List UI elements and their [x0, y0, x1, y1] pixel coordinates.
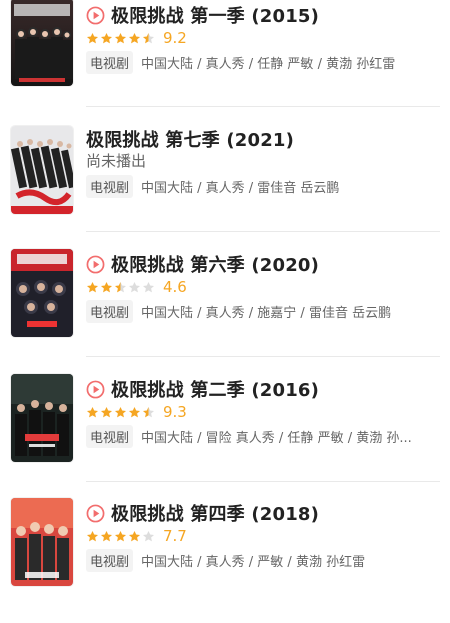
star-half-icon — [142, 32, 155, 43]
rating-stars — [86, 32, 155, 45]
star-half-icon — [114, 281, 127, 292]
item-title[interactable]: 极限挑战 第二季 (2016) — [111, 376, 319, 402]
rating-score: 9.3 — [163, 403, 187, 421]
divider — [86, 356, 440, 357]
rating-score: 9.2 — [163, 29, 187, 47]
star-full-icon — [86, 406, 99, 417]
rating-row: 4.6 — [86, 275, 187, 299]
play-icon[interactable] — [86, 255, 105, 274]
item-meta: 中国大陆 / 真人秀 / 严敏 / 黄渤 孙红雷 — [141, 554, 366, 570]
poster-image[interactable] — [11, 126, 73, 214]
star-full-icon — [86, 530, 99, 541]
item-title[interactable]: 极限挑战 第六季 (2020) — [111, 251, 319, 277]
star-full-icon — [100, 32, 113, 43]
meta-row: 电视剧 中国大陆 / 真人秀 / 雷佳音 岳云鹏 — [86, 174, 436, 198]
star-full-icon — [100, 281, 113, 292]
category-tag: 电视剧 — [86, 299, 134, 323]
star-full-icon — [86, 32, 99, 43]
star-full-icon — [114, 32, 127, 43]
play-icon[interactable] — [86, 6, 105, 25]
star-empty-icon — [142, 281, 155, 292]
star-full-icon — [128, 530, 141, 541]
star-full-icon — [86, 281, 99, 292]
category-tag: 电视剧 — [86, 548, 134, 572]
poster-image[interactable] — [11, 249, 73, 337]
rating-row: 7.7 — [86, 524, 187, 548]
star-empty-icon — [128, 281, 141, 292]
poster-art — [11, 249, 73, 337]
star-full-icon — [128, 406, 141, 417]
poster-art — [11, 498, 73, 586]
meta-row: 电视剧 中国大陆 / 真人秀 / 施嘉宁 / 雷佳音 岳云鹏 — [86, 299, 436, 323]
meta-row: 电视剧 中国大陆 / 冒险 真人秀 / 任静 严敏 / 黄渤 孙... — [86, 424, 436, 448]
search-result-list: 极限挑战 第一季 (2015) 9.2 电视剧 中国大陆 / 真人秀 / 任静 … — [0, 0, 450, 586]
divider — [86, 231, 440, 232]
category-tag: 电视剧 — [86, 174, 134, 198]
result-item[interactable]: 极限挑战 第四季 (2018) 7.7 电视剧 中国大陆 / 真人秀 / 严敏 … — [0, 498, 450, 623]
category-tag: 电视剧 — [86, 50, 134, 74]
divider — [86, 481, 440, 482]
meta-row: 电视剧 中国大陆 / 真人秀 / 严敏 / 黄渤 孙红雷 — [86, 548, 436, 572]
rating-stars — [86, 406, 155, 419]
poster-art — [11, 126, 73, 214]
rating-stars — [86, 281, 155, 294]
poster-image[interactable] — [11, 498, 73, 586]
item-meta: 中国大陆 / 真人秀 / 施嘉宁 / 雷佳音 岳云鹏 — [141, 305, 392, 321]
release-status: 尚未播出 — [86, 152, 147, 170]
star-full-icon — [114, 406, 127, 417]
poster-art — [11, 374, 73, 462]
rating-row: 9.2 — [86, 26, 187, 50]
item-meta: 中国大陆 / 冒险 真人秀 / 任静 严敏 / 黄渤 孙... — [141, 430, 412, 446]
star-full-icon — [100, 530, 113, 541]
rating-stars — [86, 530, 155, 543]
item-meta: 中国大陆 / 真人秀 / 雷佳音 岳云鹏 — [141, 180, 340, 196]
poster-image[interactable] — [11, 0, 73, 86]
item-title[interactable]: 极限挑战 第四季 (2018) — [111, 500, 319, 526]
rating-row: 9.3 — [86, 400, 187, 424]
star-full-icon — [128, 32, 141, 43]
star-full-icon — [114, 530, 127, 541]
play-icon[interactable] — [86, 504, 105, 523]
poster-art — [11, 0, 73, 86]
star-full-icon — [100, 406, 113, 417]
meta-row: 电视剧 中国大陆 / 真人秀 / 任静 严敏 / 黄渤 孙红雷 — [86, 50, 436, 74]
category-tag: 电视剧 — [86, 424, 134, 448]
item-title[interactable]: 极限挑战 第一季 (2015) — [111, 2, 319, 28]
item-meta: 中国大陆 / 真人秀 / 任静 严敏 / 黄渤 孙红雷 — [141, 56, 396, 72]
divider — [86, 106, 440, 107]
play-icon[interactable] — [86, 380, 105, 399]
star-half-icon — [142, 406, 155, 417]
poster-image[interactable] — [11, 374, 73, 462]
rating-score: 7.7 — [163, 527, 187, 545]
rating-score: 4.6 — [163, 278, 187, 296]
star-empty-icon — [142, 530, 155, 541]
item-title[interactable]: 极限挑战 第七季 (2021) — [86, 126, 294, 152]
